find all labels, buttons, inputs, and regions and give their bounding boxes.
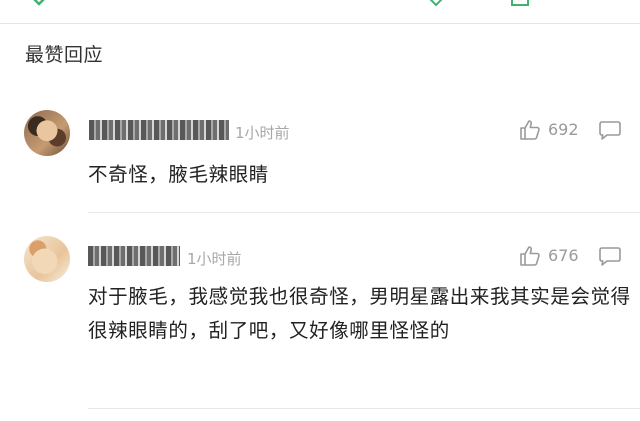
check-icon[interactable] — [30, 0, 50, 12]
avatar[interactable] — [24, 110, 70, 156]
divider — [88, 212, 640, 213]
comment-item: 1小时前 676 对于腋毛，我感觉我也很奇怪，男明星露出来我其实是会觉得很辣眼睛… — [0, 232, 640, 410]
comment-bubble-icon[interactable] — [598, 245, 622, 267]
section-title: 最赞回应 — [25, 44, 104, 66]
thumbs-up-icon[interactable] — [518, 244, 542, 268]
avatar[interactable] — [24, 236, 70, 282]
comment-time: 1小时前 — [235, 124, 290, 142]
username-blurred[interactable] — [88, 246, 180, 266]
shield-icon[interactable] — [426, 0, 446, 12]
box-icon[interactable] — [510, 0, 530, 12]
comment-text: 不奇怪，腋毛辣眼睛 — [88, 163, 269, 186]
username-blurred[interactable] — [89, 120, 229, 140]
comment-text: 对于腋毛，我感觉我也很奇怪，男明星露出来我其实是会觉得很辣眼睛的，刮了吧，又好像… — [88, 285, 631, 342]
like-count: 676 — [548, 246, 579, 265]
comment-item: 1小时前 692 不奇怪，腋毛辣眼睛 — [0, 106, 640, 214]
comment-bubble-icon[interactable] — [598, 119, 622, 141]
divider — [88, 408, 640, 409]
comment-time: 1小时前 — [187, 250, 242, 268]
like-count: 692 — [548, 120, 579, 139]
thumbs-up-icon[interactable] — [518, 118, 542, 142]
top-toolbar — [0, 0, 640, 24]
comments-page: 最赞回应 1小时前 692 不奇怪，腋毛辣眼睛 1小时前 676 对于腋毛，我感… — [0, 0, 640, 421]
